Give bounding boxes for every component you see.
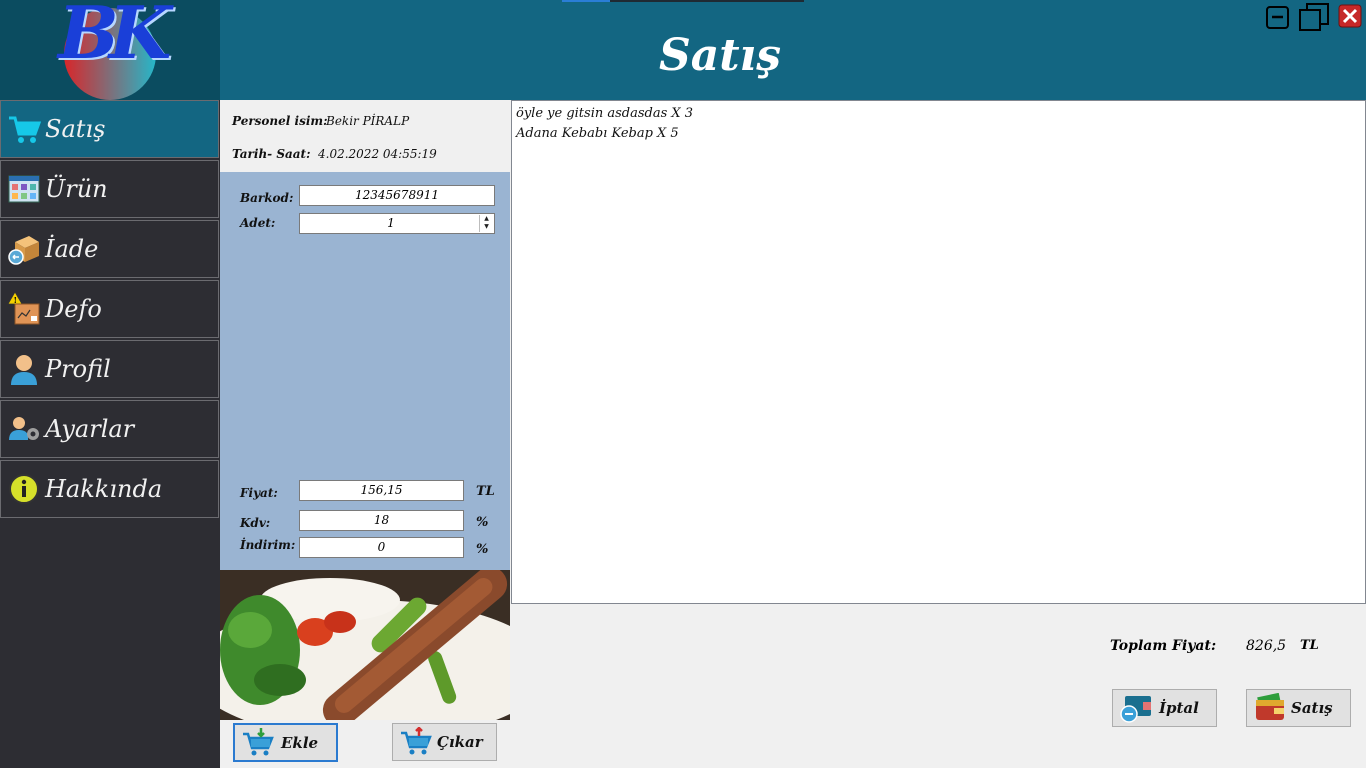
price-label: Fiyat: — [240, 486, 278, 500]
user-settings-icon — [7, 412, 41, 446]
price-unit: TL — [476, 484, 495, 499]
spin-up-icon[interactable]: ▲ — [480, 215, 493, 223]
wallet-cancel-icon — [1120, 696, 1151, 723]
quantity-value: 1 — [387, 216, 395, 230]
discount-input[interactable]: 0 — [299, 537, 464, 558]
product-image — [220, 570, 510, 720]
total-value: 826,5 — [1246, 638, 1287, 654]
cancel-button-label: İptal — [1159, 699, 1199, 717]
personnel-label: Personel isim: — [232, 114, 328, 128]
list-item[interactable]: öyle ye gitsin asdasdas X 3 — [516, 104, 1361, 124]
remove-from-cart-icon — [401, 727, 432, 755]
minimize-button[interactable] — [1265, 4, 1291, 30]
return-box-icon — [7, 232, 41, 266]
vat-label: Kdv: — [240, 516, 271, 530]
remove-button-label: Çıkar — [437, 733, 483, 751]
logo: BK — [0, 0, 220, 100]
products-icon — [7, 172, 41, 206]
logo-text: BK — [58, 0, 171, 75]
sidebar-item-label: Satış — [45, 115, 106, 143]
personnel-value: Bekir PİRALP — [326, 114, 410, 128]
sidebar-item-satis[interactable]: Satış — [0, 100, 219, 158]
sidebar-item-iade[interactable]: İade — [0, 220, 219, 278]
sidebar-item-label: Defo — [45, 295, 102, 323]
damaged-box-icon: ! — [7, 292, 41, 326]
restore-icon — [1299, 3, 1329, 31]
page-title: Satış — [658, 30, 782, 81]
sidebar-item-profil[interactable]: Profil — [0, 340, 219, 398]
sidebar-item-defo[interactable]: ! Defo — [0, 280, 219, 338]
discount-unit: % — [476, 542, 489, 557]
barcode-input[interactable]: 12345678911 — [299, 185, 495, 206]
vat-input[interactable]: 18 — [299, 510, 464, 531]
datetime-value: 4.02.2022 04:55:19 — [318, 147, 437, 161]
close-icon — [1338, 4, 1362, 28]
sell-button-label: Satış — [1291, 699, 1333, 717]
discount-label: İndirim: — [240, 538, 296, 552]
vat-unit: % — [476, 515, 489, 530]
total-currency: TL — [1300, 638, 1319, 653]
sidebar-item-label: Profil — [45, 355, 111, 383]
cancel-button[interactable]: İptal — [1112, 689, 1217, 727]
barcode-label: Barkod: — [240, 191, 294, 205]
close-button[interactable] — [1338, 4, 1362, 28]
datetime-label: Tarih- Saat: — [232, 147, 311, 161]
quantity-spinner[interactable]: ▲ ▼ — [479, 215, 493, 232]
sidebar-item-label: Hakkında — [45, 475, 163, 503]
remove-button[interactable]: Çıkar — [392, 723, 497, 761]
quantity-stepper[interactable]: 1 ▲ ▼ — [299, 213, 495, 234]
sidebar-item-label: İade — [45, 235, 99, 263]
price-input[interactable]: 156,15 — [299, 480, 464, 501]
spin-down-icon[interactable]: ▼ — [480, 223, 493, 231]
sidebar-item-urun[interactable]: Ürün — [0, 160, 219, 218]
cart-icon — [7, 112, 41, 146]
add-button-label: Ekle — [281, 733, 319, 752]
sidebar-item-label: Ürün — [45, 175, 108, 203]
user-icon — [7, 352, 41, 386]
info-icon — [7, 472, 41, 506]
top-progress-bar — [562, 0, 804, 2]
form-panel: Barkod: 12345678911 Adet: 1 ▲ ▼ Fiyat: 1… — [220, 172, 510, 570]
sidebar-item-label: Ayarlar — [45, 415, 135, 443]
total-label: Toplam Fiyat: — [1110, 638, 1217, 654]
sidebar-item-hakkinda[interactable]: Hakkında — [0, 460, 219, 518]
add-to-cart-icon — [243, 727, 274, 755]
sidebar: Satış Ürün İade ! Defo Profil Ayarlar Ha… — [0, 100, 220, 768]
info-panel: Personel isim: Bekir PİRALP Tarih- Saat:… — [220, 100, 510, 172]
wallet-icon — [1256, 693, 1284, 720]
list-item[interactable]: Adana Kebabı Kebap X 5 — [516, 124, 1361, 144]
minimize-icon — [1266, 6, 1289, 29]
sidebar-item-ayarlar[interactable]: Ayarlar — [0, 400, 219, 458]
add-button[interactable]: Ekle — [233, 723, 338, 762]
quantity-label: Adet: — [240, 216, 276, 230]
sale-list[interactable]: öyle ye gitsin asdasdas X 3 Adana Kebabı… — [511, 100, 1366, 604]
sell-button[interactable]: Satış — [1246, 689, 1351, 727]
maximize-button[interactable] — [1298, 2, 1330, 31]
